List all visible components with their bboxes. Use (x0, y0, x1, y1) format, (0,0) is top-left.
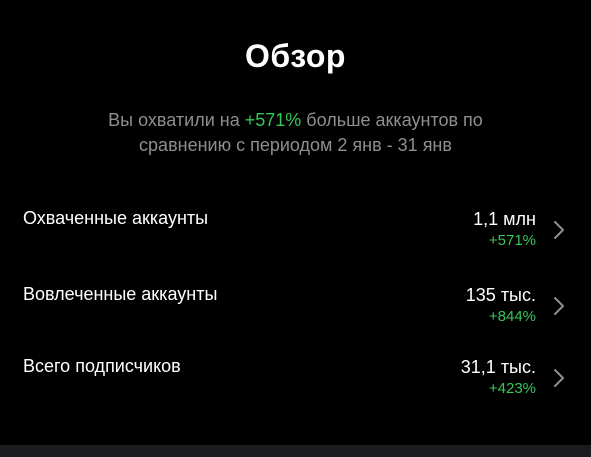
metric-value: 135 тыс. (465, 285, 536, 305)
metric-row-total-followers[interactable]: Всего подписчиков 31,1 тыс. +423% (0, 356, 591, 412)
metric-value: 31,1 тыс. (460, 357, 536, 377)
summary-prefix: Вы охватили на (108, 110, 245, 130)
metric-label: Вовлеченные аккаунты (23, 284, 218, 304)
bottom-divider (0, 445, 591, 457)
metric-change: +423% (488, 380, 536, 397)
metric-row-engaged-accounts[interactable]: Вовлеченные аккаунты 135 тыс. +844% (0, 284, 591, 340)
metric-values: 1,1 млн +571% (473, 208, 536, 252)
metric-label: Охваченные аккаунты (23, 208, 209, 228)
summary-text: Вы охватили на +571% больше аккаунтов по… (60, 108, 531, 158)
metric-change: +571% (488, 232, 536, 249)
insights-overview-screen: Обзор Вы охватили на +571% больше аккаун… (0, 0, 591, 457)
metric-value: 1,1 млн (473, 209, 536, 229)
metric-change: +844% (488, 308, 536, 325)
chevron-right-icon (554, 369, 564, 387)
page-title: Обзор (245, 38, 346, 74)
metric-values: 135 тыс. +844% (466, 284, 536, 328)
metric-row-reached-accounts[interactable]: Охваченные аккаунты 1,1 млн +571% (0, 208, 591, 264)
metric-values: 31,1 тыс. +423% (461, 356, 536, 400)
summary-highlight: +571% (244, 110, 302, 130)
chevron-right-icon (554, 221, 564, 239)
chevron-right-icon (554, 297, 564, 315)
metric-label: Всего подписчиков (23, 356, 181, 376)
